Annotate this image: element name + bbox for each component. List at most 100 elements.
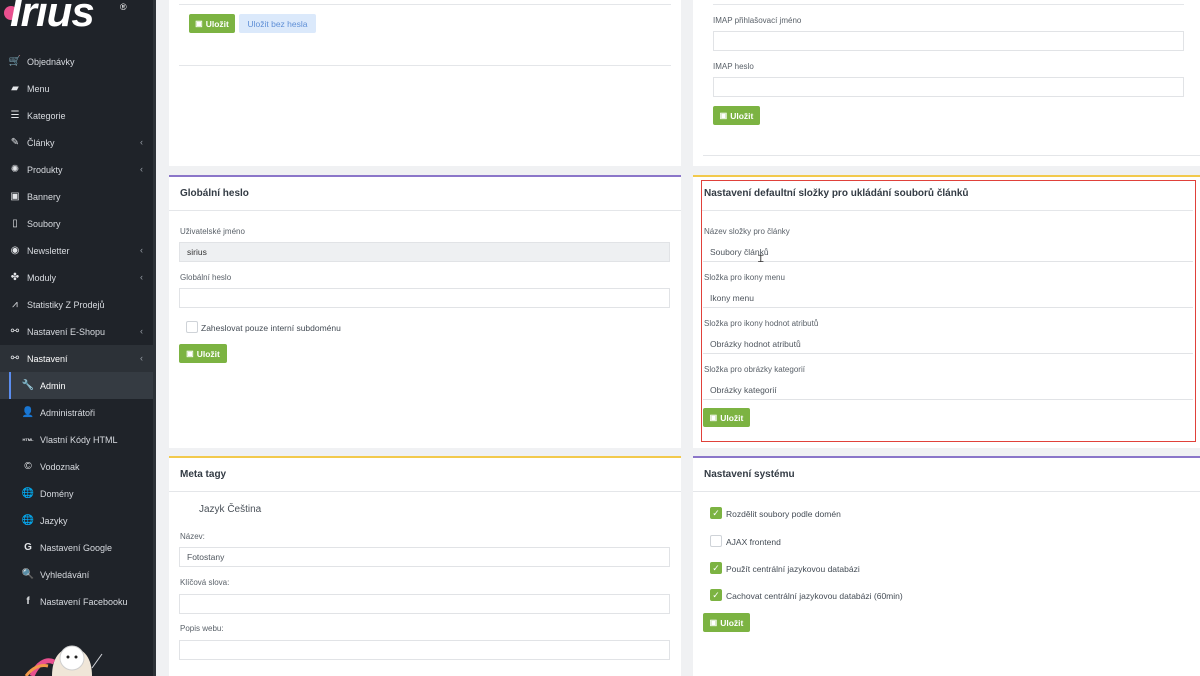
top-left-panel: ▣ Uložit Uložit bez hesla bbox=[169, 0, 681, 166]
globe-icon: 🌐 bbox=[21, 515, 35, 526]
image-icon: ▣ bbox=[10, 191, 20, 202]
sidebar-item-soubory[interactable]: ▯ Soubory bbox=[0, 210, 153, 237]
ajax-frontend-checkbox[interactable] bbox=[710, 535, 722, 547]
sidebar-subitem-facebook[interactable]: f Nastavení Facebooku bbox=[0, 588, 153, 615]
chart-line-icon: ⩘ bbox=[12, 299, 18, 310]
sidebar-item-label: Kategorie bbox=[27, 110, 66, 121]
sidebar-item-moduly[interactable]: ✤ Moduly ‹ bbox=[0, 264, 153, 291]
sidebar-item-produkty[interactable]: ✺ Produkty ‹ bbox=[0, 156, 153, 183]
save-button-label: Uložit bbox=[730, 110, 754, 121]
sidebar-item-label: Admin bbox=[40, 380, 66, 391]
sidebar-item-statistiky[interactable]: ⩘ Statistiky Z Prodejů bbox=[0, 291, 153, 318]
sidebar-subitem-domeny[interactable]: 🌐 Domény bbox=[0, 480, 153, 507]
sidebar-item-nastaveni-eshopu[interactable]: ⚯ Nastavení E-Shopu ‹ bbox=[0, 318, 153, 345]
highlight-frame bbox=[701, 180, 1196, 442]
chevron-left-icon: ‹ bbox=[140, 272, 143, 282]
cart-icon: 🛒 bbox=[8, 56, 22, 67]
chevron-left-icon: ‹ bbox=[140, 326, 143, 336]
cache-language-db-checkbox[interactable]: ✓ bbox=[710, 589, 722, 601]
sidebar-item-label: Vlastní Kódy HTML bbox=[40, 434, 118, 445]
imap-login-label: IMAP přihlašovací jméno bbox=[713, 16, 802, 25]
username-label: Uživatelské jméno bbox=[180, 227, 245, 236]
sidebar-item-label: Nastavení Google bbox=[40, 542, 113, 553]
global-password-input[interactable] bbox=[179, 288, 670, 308]
save-button[interactable]: ▣ Uložit bbox=[189, 14, 235, 33]
sidebar-item-label: Články bbox=[27, 137, 55, 148]
sidebar-item-nastaveni[interactable]: ⚯ Nastavení ‹ bbox=[0, 345, 153, 372]
sidebar-item-label: Domény bbox=[40, 488, 74, 499]
meta-name-label: Název: bbox=[180, 532, 205, 541]
sidebar-item-label: Menu bbox=[27, 83, 50, 94]
meta-name-input[interactable]: Fotostany bbox=[179, 547, 670, 567]
divider bbox=[179, 4, 671, 5]
sidebar-item-label: Nastavení E-Shopu bbox=[27, 326, 106, 337]
internal-subdomain-checkbox[interactable] bbox=[186, 321, 198, 333]
sidebar-subitem-vyhledavani[interactable]: 🔍 Vyhledávání bbox=[0, 561, 153, 588]
top-right-panel: IMAP přihlašovací jméno IMAP heslo ▣ Ulož… bbox=[693, 0, 1200, 166]
sidebar-subitem-html[interactable]: HTML Vlastní Kódy HTML bbox=[0, 426, 153, 453]
sidebar-item-label: Nastavení bbox=[27, 353, 68, 364]
sidebar-item-label: Vodoznak bbox=[40, 461, 80, 472]
search-icon: 🔍 bbox=[21, 569, 35, 580]
split-files-checkbox[interactable]: ✓ bbox=[710, 507, 722, 519]
sidebar-item-label: Soubory bbox=[27, 218, 61, 229]
divider bbox=[169, 491, 681, 492]
settings-sliders-icon: ⚯ bbox=[10, 353, 20, 364]
newsletter-icon: ◉ bbox=[10, 245, 20, 256]
sidebar: Irius ® 🛒 Objednávky ▰ Menu ☰ Kategorie ✎ Čl… bbox=[0, 0, 156, 676]
imap-password-input[interactable] bbox=[713, 77, 1184, 97]
save-without-password-button[interactable]: Uložit bez hesla bbox=[239, 14, 316, 33]
meta-description-input[interactable] bbox=[179, 640, 670, 660]
divider bbox=[713, 4, 1184, 5]
sidebar-item-objednavky[interactable]: 🛒 Objednávky bbox=[0, 48, 153, 75]
sidebar-item-label: Nastavení Facebooku bbox=[40, 596, 128, 607]
chevron-left-icon: ‹ bbox=[140, 164, 143, 174]
sidebar-item-menu[interactable]: ▰ Menu bbox=[0, 75, 153, 102]
file-icon: ▯ bbox=[12, 218, 18, 229]
save-button[interactable]: ▣ Uložit bbox=[179, 344, 227, 363]
sidebar-subitem-administratori[interactable]: 👤 Administrátoři bbox=[0, 399, 153, 426]
settings-sliders-icon: ⚯ bbox=[10, 326, 20, 337]
sidebar-nav: 🛒 Objednávky ▰ Menu ☰ Kategorie ✎ Články ‹ ✺ P… bbox=[0, 48, 153, 615]
sidebar-item-label: Objednávky bbox=[27, 56, 75, 67]
palette-icon: ✺ bbox=[10, 164, 20, 175]
panel-title: Nastavení systému bbox=[704, 469, 795, 480]
imap-login-input[interactable] bbox=[713, 31, 1184, 51]
facebook-icon: f bbox=[26, 596, 30, 607]
sidebar-item-label: Produkty bbox=[27, 164, 63, 175]
floppy-icon: ▣ bbox=[719, 111, 728, 120]
cache-language-db-label: Cachovat centrální jazykovou databázi (6… bbox=[726, 591, 903, 601]
sidebar-subitem-google[interactable]: G Nastavení Google bbox=[0, 534, 153, 561]
sidebar-item-label: Vyhledávání bbox=[40, 569, 90, 580]
meta-description-label: Popis webu: bbox=[180, 624, 224, 633]
meta-keywords-input[interactable] bbox=[179, 594, 670, 614]
sidebar-subitem-jazyky[interactable]: 🌐 Jazyky bbox=[0, 507, 153, 534]
sidebar-item-clanky[interactable]: ✎ Články ‹ bbox=[0, 129, 153, 156]
divider bbox=[179, 65, 671, 66]
user-icon: 👤 bbox=[21, 407, 35, 418]
sidebar-item-kategorie[interactable]: ☰ Kategorie bbox=[0, 102, 153, 129]
sidebar-item-newsletter[interactable]: ◉ Newsletter ‹ bbox=[0, 237, 153, 264]
internal-subdomain-label: Zaheslovat pouze interní subdoménu bbox=[201, 323, 341, 333]
divider bbox=[169, 210, 681, 211]
divider bbox=[703, 155, 1200, 156]
save-button-label: Uložit bbox=[205, 18, 229, 29]
sidebar-item-bannery[interactable]: ▣ Bannery bbox=[0, 183, 153, 210]
folder-icon: ▰ bbox=[11, 83, 19, 94]
save-button[interactable]: ▣ Uložit bbox=[713, 106, 760, 125]
puzzle-icon: ✤ bbox=[10, 272, 20, 283]
wrench-icon: 🔧 bbox=[21, 380, 35, 391]
sidebar-scrollbar[interactable] bbox=[153, 0, 156, 676]
sidebar-subitem-admin[interactable]: 🔧 Admin bbox=[0, 372, 153, 399]
save-button-label: Uložit bbox=[720, 617, 744, 628]
logo-text: Irius bbox=[10, 0, 95, 35]
floppy-icon: ▣ bbox=[195, 19, 203, 28]
save-button[interactable]: ▣ Uložit bbox=[703, 613, 750, 632]
sidebar-item-label: Jazyky bbox=[40, 515, 68, 526]
language-heading: Jazyk Čeština bbox=[199, 504, 262, 515]
sidebar-item-label: Statistiky Z Prodejů bbox=[27, 299, 105, 310]
sidebar-subitem-vodoznak[interactable]: © Vodoznak bbox=[0, 453, 153, 480]
logo[interactable]: Irius ® bbox=[4, 0, 134, 40]
username-field[interactable]: sirius bbox=[179, 242, 670, 262]
central-language-db-checkbox[interactable]: ✓ bbox=[710, 562, 722, 574]
